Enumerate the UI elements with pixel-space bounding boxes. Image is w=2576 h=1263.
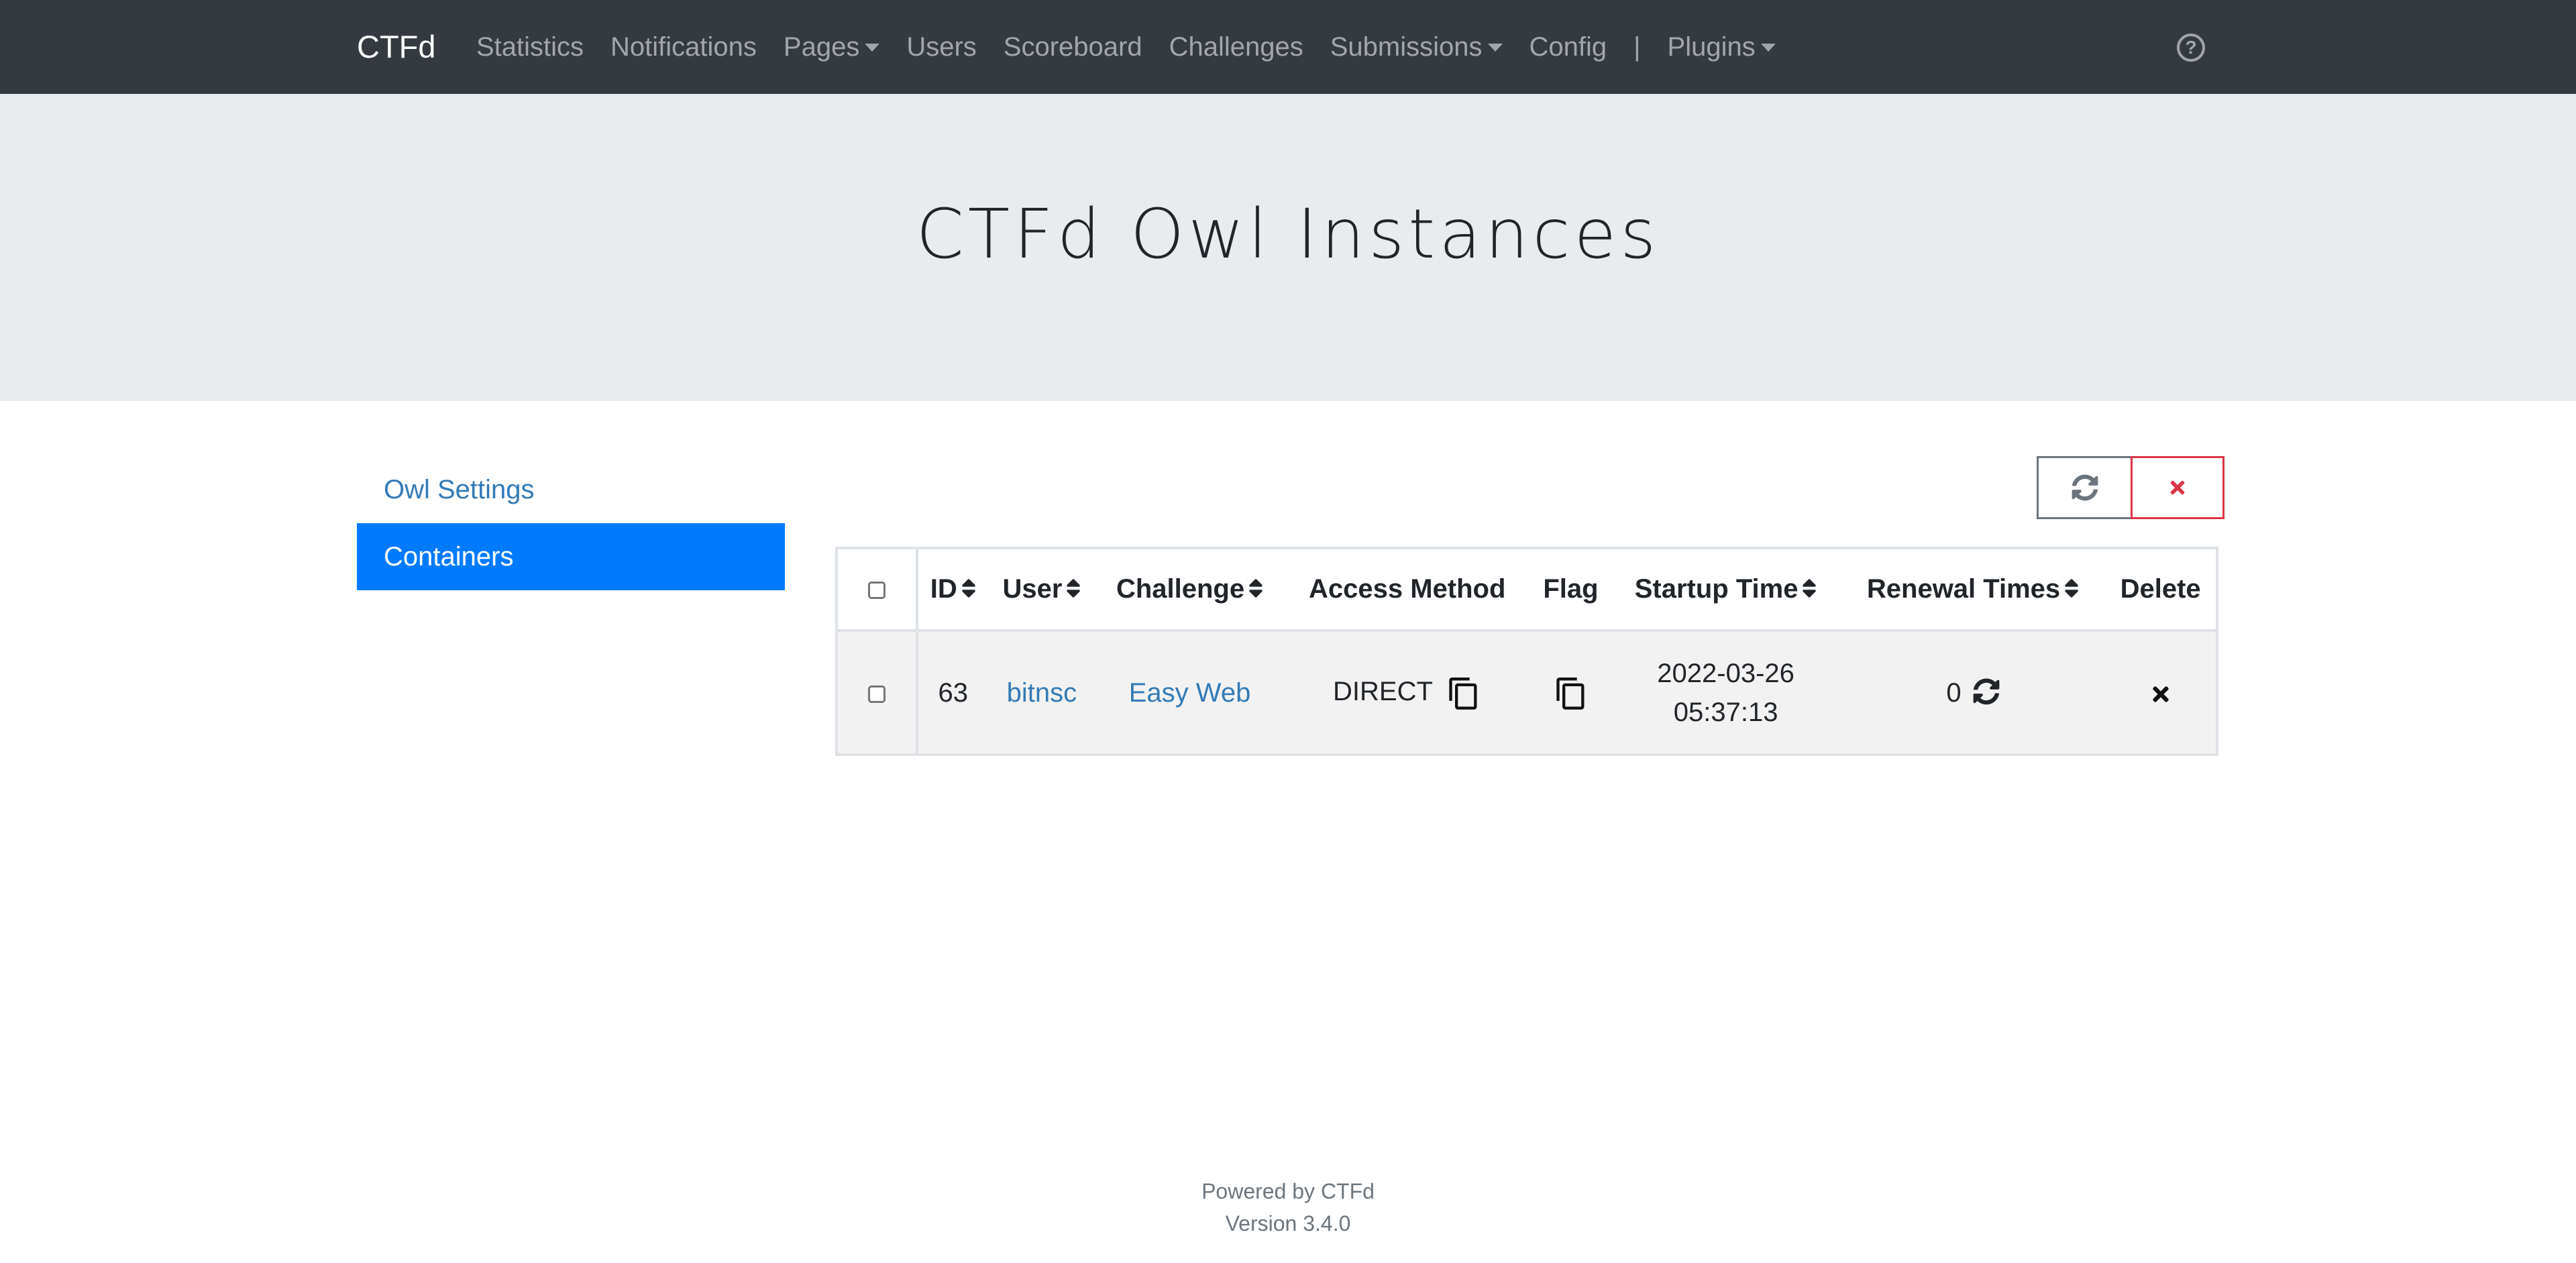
startup-date: 2022-03-26 — [1657, 658, 1794, 688]
renew-selected-button[interactable] — [2037, 456, 2131, 519]
column-header-startup-time[interactable]: Startup Time — [1611, 547, 1841, 632]
column-label: Renewal Times — [1866, 574, 2061, 604]
question-circle-icon[interactable]: ? — [2177, 34, 2205, 62]
nav-label: Statistics — [476, 32, 584, 62]
nav-users[interactable]: Users — [906, 32, 976, 62]
nav-label: Pages — [783, 32, 860, 62]
sort-icon — [961, 579, 975, 598]
nav-links: Statistics Notifications Pages Users Sco… — [476, 24, 1803, 70]
column-header-renewal-times[interactable]: Renewal Times — [1840, 547, 2106, 632]
cell-id: 63 — [917, 629, 988, 756]
nav-plugins-dropdown[interactable]: Plugins — [1668, 32, 1776, 62]
copy-flag-icon[interactable] — [1554, 674, 1589, 713]
column-label: Delete — [2120, 574, 2201, 604]
column-label: ID — [930, 574, 957, 604]
renew-icon[interactable] — [1973, 678, 2000, 705]
column-label: Flag — [1543, 574, 1599, 604]
column-header-user[interactable]: User — [987, 547, 1096, 632]
column-header-access-method: Access Method — [1283, 547, 1531, 632]
nav-label: Challenges — [1169, 32, 1303, 62]
cell-access-method: DIRECT — [1283, 629, 1531, 756]
nav-label: Submissions — [1330, 32, 1483, 62]
sync-icon — [2072, 474, 2098, 501]
version-text: Version 3.4.0 — [1225, 1211, 1351, 1235]
powered-by-text[interactable]: Powered by CTFd — [0, 1175, 2576, 1207]
challenge-link[interactable]: Easy Web — [1129, 678, 1251, 708]
nav-challenges[interactable]: Challenges — [1169, 32, 1303, 62]
cell-flag — [1530, 629, 1611, 756]
times-icon — [2170, 480, 2185, 495]
column-header-flag: Flag — [1530, 547, 1611, 632]
nav-pages-dropdown[interactable]: Pages — [783, 32, 880, 62]
sidebar: Owl Settings Containers — [357, 456, 785, 590]
sidebar-item-containers[interactable]: Containers — [357, 523, 785, 590]
column-label: Access Method — [1308, 574, 1506, 604]
page-header: CTFd Owl Instances — [0, 94, 2576, 401]
top-navbar: CTFd Statistics Notifications Pages User… — [0, 0, 2576, 94]
bulk-actions — [2037, 456, 2224, 519]
access-method-text: DIRECT — [1333, 677, 1433, 707]
cell-user: bitnsc — [987, 629, 1096, 756]
caret-down-icon — [865, 44, 880, 52]
startup-clock: 05:37:13 — [1673, 697, 1778, 727]
nav-scoreboard[interactable]: Scoreboard — [1004, 32, 1142, 62]
nav-notifications[interactable]: Notifications — [610, 32, 757, 62]
sort-icon — [1803, 579, 1817, 598]
sort-icon — [1249, 579, 1263, 598]
column-label: Startup Time — [1634, 574, 1799, 604]
table-row: 63 bitnsc Easy Web DIRECT 2022-03-26 05:… — [835, 629, 2218, 756]
nav-separator: | — [1633, 32, 1641, 62]
row-select-cell — [835, 629, 918, 756]
delete-selected-button[interactable] — [2131, 456, 2224, 519]
nav-label: Users — [906, 32, 977, 62]
cell-delete — [2105, 629, 2218, 756]
user-link[interactable]: bitnsc — [1007, 678, 1077, 708]
nav-config[interactable]: Config — [1529, 32, 1607, 62]
cell-startup-time: 2022-03-26 05:37:13 — [1611, 629, 1841, 756]
select-all-checkbox[interactable] — [868, 582, 885, 600]
containers-table: ID User Challenge Access Method Flag Sta… — [835, 547, 2218, 756]
nav-label: Config — [1529, 32, 1607, 62]
footer: Powered by CTFd Version 3.4.0 — [0, 1175, 2576, 1240]
table-header-row: ID User Challenge Access Method Flag Sta… — [835, 547, 2218, 632]
column-header-delete: Delete — [2105, 547, 2218, 632]
column-label: Challenge — [1116, 574, 1245, 604]
sort-icon — [2065, 579, 2078, 598]
column-header-id[interactable]: ID — [917, 547, 988, 632]
delete-icon[interactable] — [2151, 683, 2170, 706]
caret-down-icon — [1760, 44, 1776, 52]
cell-renewal-times: 0 — [1840, 629, 2106, 756]
column-label: User — [1002, 574, 1063, 604]
row-checkbox[interactable] — [868, 685, 885, 703]
nav-label: Notifications — [610, 32, 757, 62]
sidebar-item-owl-settings[interactable]: Owl Settings — [357, 456, 785, 523]
nav-label: Scoreboard — [1003, 32, 1142, 62]
brand-logo[interactable]: CTFd — [357, 24, 436, 70]
nav-submissions-dropdown[interactable]: Submissions — [1330, 32, 1503, 62]
select-all-cell — [835, 547, 918, 632]
copy-icon[interactable] — [1446, 674, 1481, 713]
column-header-challenge[interactable]: Challenge — [1095, 547, 1284, 632]
sort-icon — [1067, 579, 1081, 598]
nav-statistics[interactable]: Statistics — [476, 32, 584, 62]
caret-down-icon — [1487, 44, 1503, 52]
cell-challenge: Easy Web — [1095, 629, 1284, 756]
page-title: CTFd Owl Instances — [916, 195, 1660, 274]
nav-label: Plugins — [1667, 32, 1756, 62]
renewal-count: 0 — [1946, 677, 1962, 708]
